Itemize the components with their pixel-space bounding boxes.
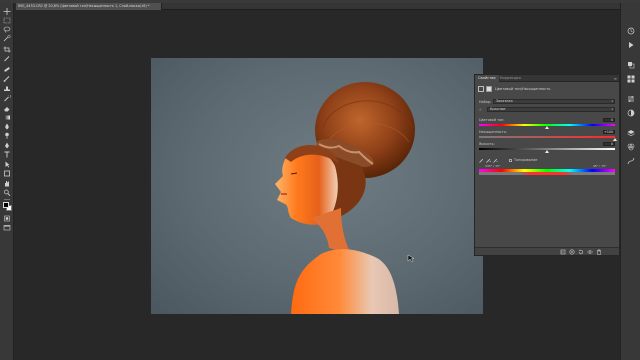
properties-footer [475,247,619,255]
tools-panel [0,3,14,360]
document-canvas[interactable] [151,58,483,314]
document-tab[interactable]: IMG_4453.CR2 @ 20,6% (Цветовой тон/Насыщ… [16,3,162,10]
portrait-photo [275,82,415,314]
preset-select[interactable]: Заказная ▾ [493,99,615,104]
channel-value: Красные [490,107,506,111]
brush-icon[interactable] [3,75,11,82]
hue-slider-thumb[interactable] [545,126,549,129]
tab-properties[interactable]: Свойства [475,75,499,82]
layers-icon[interactable] [627,129,635,137]
range-right-readout: 45° \ 75° [593,164,607,168]
lightness-label: Яркость: [479,142,495,146]
paths-icon[interactable] [627,157,635,165]
actions-icon[interactable] [627,41,635,49]
eyedropper-icon[interactable] [479,158,484,163]
adjusted-color-bar[interactable] [479,172,615,175]
channel-select[interactable]: Красные ▾ [487,107,615,112]
pen-icon[interactable] [3,142,11,149]
screen-mode-icon[interactable] [3,224,11,231]
lasso-icon[interactable] [3,26,11,33]
panel-menu-icon[interactable]: ≡ [614,75,617,82]
blur-icon[interactable] [3,123,11,130]
panel-icons-dock [620,3,640,360]
zoom-icon[interactable] [3,189,11,196]
adjustment-header: Цветовой тон/Насыщенность [478,86,618,93]
range-left-readout: 345° / 15° [485,164,501,168]
move-icon[interactable] [3,8,11,15]
hue-value[interactable]: 0 [603,118,615,122]
swatches-icon[interactable] [627,75,635,83]
layer-mask-icon[interactable] [486,86,492,92]
channels-icon[interactable] [627,143,635,151]
eyedropper-minus-icon[interactable] [493,158,498,163]
reset-icon[interactable] [578,249,584,255]
path-select-icon[interactable] [3,161,11,168]
gradient-icon[interactable] [3,114,11,121]
saturation-slider-thumb[interactable] [613,138,617,141]
healing-icon[interactable] [3,66,11,73]
document-tab-strip: IMG_4453.CR2 @ 20,6% (Цветовой тон/Насыщ… [16,3,620,10]
properties-tabs: Свойства Коррекция ≡ [475,75,619,82]
quick-mask-icon[interactable] [3,215,11,222]
visibility-icon[interactable] [587,249,593,255]
type-icon[interactable] [3,151,11,158]
view-previous-icon[interactable] [569,249,575,255]
foreground-color-swatch[interactable] [3,202,9,208]
chevron-down-icon: ▾ [611,99,613,103]
lightness-slider-thumb[interactable] [545,150,549,153]
stamp-icon[interactable] [3,86,11,93]
eyedropper-plus-icon[interactable] [486,158,491,163]
saturation-label: Насыщенность: [479,130,507,134]
history-brush-icon[interactable] [3,95,11,102]
adjustment-title: Цветовой тон/Насыщенность [495,87,551,91]
clip-to-layer-icon[interactable] [560,249,566,255]
history-icon[interactable] [627,27,635,35]
marquee-icon[interactable] [3,17,11,24]
color-icon[interactable] [627,61,635,69]
eraser-icon[interactable] [3,105,11,112]
saturation-slider-track[interactable] [479,136,615,138]
quick-select-icon[interactable] [3,35,11,42]
trash-icon[interactable] [596,249,602,255]
properties-panel: Свойства Коррекция ≡ Цветовой тон/Насыще… [474,74,620,256]
adjustments-icon[interactable] [627,109,635,117]
hand-icon[interactable] [3,180,11,187]
saturation-value[interactable]: +100 [603,130,615,134]
shape-icon[interactable] [3,170,11,177]
hue-label: Цветовой тон: [479,118,505,122]
on-image-adjust-icon[interactable]: ☝ [479,107,481,112]
colorize-label: Тонирование [514,158,538,162]
colorize-checkbox[interactable] [509,159,512,162]
preset-label: Набор: [479,100,492,104]
preset-value: Заказная [496,99,513,103]
dodge-icon[interactable] [3,132,11,139]
tab-adjustments[interactable]: Коррекция [497,75,524,82]
lightness-value[interactable]: 0 [603,142,615,146]
properties-icon[interactable] [627,95,635,103]
eyedropper-icon[interactable] [3,55,11,62]
crop-icon[interactable] [3,46,11,53]
chevron-down-icon: ▾ [611,107,613,111]
hue-saturation-icon [478,86,484,92]
